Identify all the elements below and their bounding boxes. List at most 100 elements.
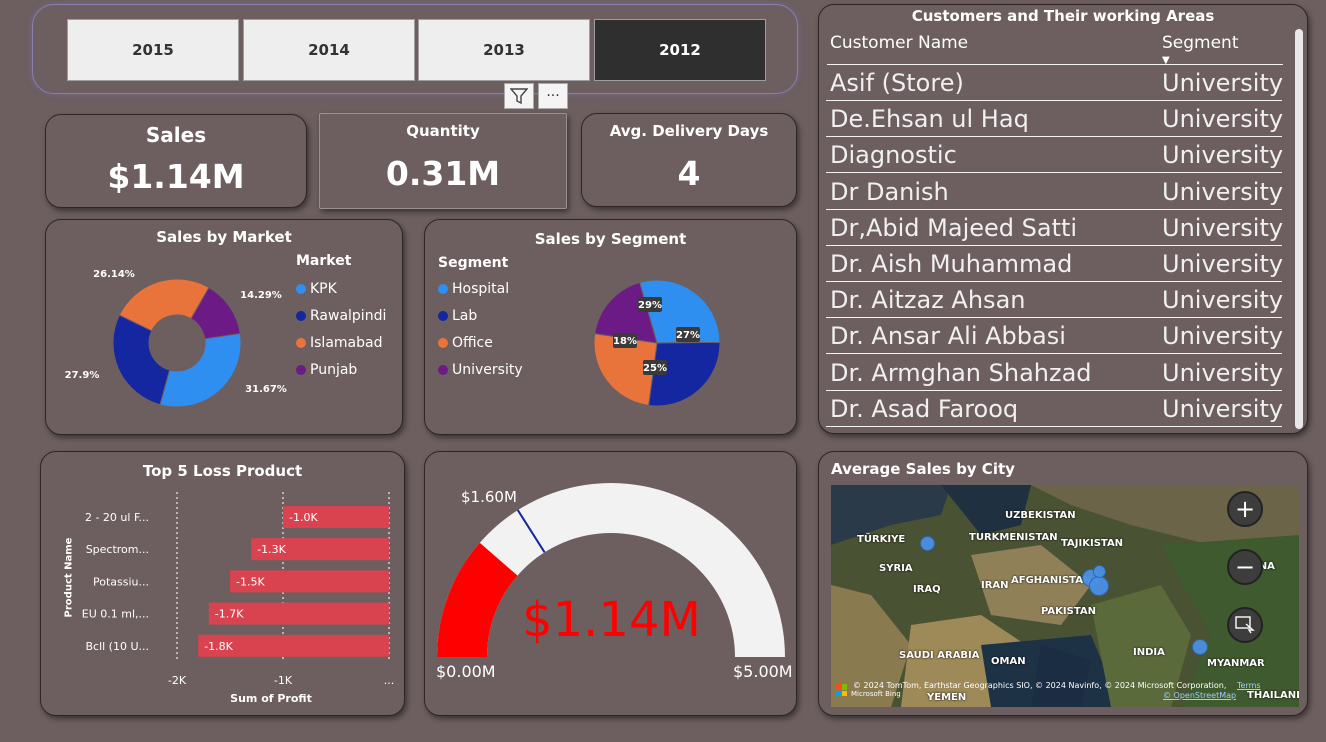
customer-name-cell: Dr. Asad Farooq (830, 394, 1019, 423)
slice-data-label: 14.29% (240, 290, 282, 301)
quantity-kpi-title: Quantity (406, 122, 480, 140)
segment-cell: University (1162, 177, 1284, 206)
legend-item-punjab[interactable]: Punjab (296, 356, 386, 383)
loss-bar-chart: -2K -1K ... -1.0K 2 - 20 ul F... -1.3K Spectro… (82, 492, 395, 687)
quantity-kpi-card: Quantity 0.31M (319, 113, 567, 209)
year-slicer: 2015 2014 2013 2012 (32, 4, 798, 94)
table-row[interactable]: Diagnostic University (826, 137, 1284, 174)
legend-item-kpk[interactable]: KPK (296, 275, 386, 302)
delivery-kpi-card: Avg. Delivery Days 4 (581, 113, 797, 207)
map-country-label: THAILAND (1247, 690, 1299, 701)
customer-name-cell: Dr. Aish Muhammad (830, 250, 1073, 278)
sales-gauge-card: $1.60M $0.00M $5.00M $1.14M (424, 451, 797, 716)
sales-by-market-card: Sales by Market 31.67% 27.9% 26.14% 14.29% … (45, 219, 403, 435)
year-button-2013[interactable]: 2013 (418, 19, 590, 81)
gauge-target-label: $1.60M (461, 488, 517, 506)
city-bubble[interactable] (1192, 639, 1208, 655)
year-button-2015[interactable]: 2015 (67, 19, 239, 81)
table-row[interactable]: Dr,Abid Majeed Satti University (826, 210, 1284, 246)
bar-data-label: -1.5K (236, 575, 265, 588)
y-category-label: EU 0.1 ml,... (82, 608, 149, 621)
map-title: Average Sales by City (831, 460, 1015, 478)
map-canvas[interactable]: UZBEKISTAN TÜRKIYE TURKMENISTAN TAJIKISTAN S… (831, 485, 1299, 707)
slice-data-label: 27% (676, 330, 700, 341)
customer-name-cell: Dr. Ansar Ali Abbasi (830, 322, 1066, 351)
slice-data-label: 26.14% (93, 269, 135, 280)
y-category-label: 2 - 20 ul F... (85, 511, 149, 524)
map-attribution: © 2024 TomTom, Earthstar Geographics SIO… (853, 681, 1227, 690)
select-region-button[interactable] (1227, 607, 1263, 643)
delivery-kpi-value: 4 (677, 154, 701, 193)
delivery-kpi-title: Avg. Delivery Days (609, 122, 769, 140)
map-country-label: UZBEKISTAN (1005, 510, 1076, 521)
gauge-min-label: $0.00M (436, 662, 496, 681)
year-button-2014[interactable]: 2014 (243, 19, 415, 81)
legend-item-lab[interactable]: Lab (438, 302, 523, 329)
table-row[interactable]: Dr. Aish Muhammad University (826, 246, 1284, 282)
y-category-label: Potassiu... (93, 575, 149, 588)
column-header-customer-name[interactable]: Customer Name (830, 33, 968, 53)
x-tick-label: ... (384, 674, 395, 687)
customer-name-cell: Dr,Abid Majeed Satti (830, 213, 1078, 242)
slice-data-label: 25% (643, 363, 667, 374)
legend-item-hospital[interactable]: Hospital (438, 275, 523, 302)
segment-cell: University (1162, 322, 1284, 351)
bar-data-label: -1.8K (204, 640, 233, 653)
loss-x-axis-label: Sum of Profit (230, 692, 312, 705)
map-country-label: TÜRKIYE (857, 534, 906, 545)
map-country-label: IRAQ (913, 584, 941, 595)
market-legend-title: Market (296, 253, 352, 269)
quantity-kpi-value: 0.31M (385, 154, 501, 193)
table-row[interactable]: Dr. Armghan Shahzad University (826, 355, 1283, 391)
table-row[interactable]: Dr. Aitzaz Ahsan University (826, 282, 1284, 319)
table-row[interactable]: Dr. Asad Farooq University (826, 391, 1284, 427)
year-button-2012[interactable]: 2012 (594, 19, 766, 81)
slice-data-label: 29% (638, 300, 662, 311)
openstreetmap-link[interactable]: © OpenStreetMap (1163, 691, 1236, 700)
map-country-label: YEMEN (927, 692, 967, 703)
legend-item-university[interactable]: University (438, 356, 523, 383)
segment-cell: University (1162, 250, 1284, 278)
table-row[interactable]: De.Ehsan ul Haq University (826, 101, 1283, 138)
map-country-label: MYANMAR (1207, 658, 1265, 669)
microsoft-logo (835, 684, 847, 696)
map-country-label: PAKISTAN (1041, 606, 1096, 617)
city-bubble[interactable] (1089, 576, 1109, 596)
customer-name-cell: Diagnostic (830, 141, 957, 170)
x-tick-label: -2K (168, 674, 187, 687)
sales-kpi-title: Sales (145, 123, 207, 147)
segment-cell: University (1162, 286, 1284, 315)
segment-cell: University (1162, 69, 1284, 97)
customer-name-cell: De.Ehsan ul Haq (830, 105, 1029, 134)
y-category-label: Spectrom... (86, 543, 149, 556)
sales-kpi-card: Sales $1.14M (45, 114, 307, 208)
filter-icon[interactable] (504, 83, 534, 109)
legend-item-rawalpindi[interactable]: Rawalpindi (296, 302, 386, 329)
table-row[interactable]: Dr. Ansar Ali Abbasi University (826, 318, 1284, 355)
selection-icon (1235, 616, 1255, 634)
pie-slice[interactable] (112, 314, 171, 406)
table-row[interactable]: Dr Danish University (826, 174, 1284, 210)
city-bubble[interactable] (1093, 565, 1106, 578)
terms-link[interactable]: Terms (1237, 681, 1261, 690)
column-header-segment[interactable]: Segment (1162, 33, 1239, 53)
legend-item-office[interactable]: Office (438, 329, 523, 356)
segment-cell: University (1162, 213, 1284, 242)
customer-name-cell: Dr Danish (830, 177, 949, 206)
map-country-label: INDIA (1133, 647, 1165, 658)
map-country-label: SAUDI ARABIA (899, 650, 980, 661)
bar-data-label: -1.7K (215, 608, 244, 621)
pie-slice[interactable] (159, 332, 242, 408)
more-options-button[interactable]: ··· (538, 83, 568, 109)
table-row[interactable]: Asif (Store) University (826, 65, 1284, 101)
zoom-in-button[interactable]: + (1227, 491, 1263, 527)
zoom-out-button[interactable]: − (1227, 549, 1263, 585)
table-scrollbar[interactable] (1295, 29, 1303, 429)
segment-cell: University (1162, 394, 1284, 423)
segment-cell: University (1162, 141, 1284, 170)
legend-item-islamabad[interactable]: Islamabad (296, 329, 386, 356)
city-bubble[interactable] (920, 536, 935, 551)
map-country-label: TURKMENISTAN (969, 532, 1058, 543)
customer-name-cell: Asif (Store) (830, 69, 964, 97)
slice-data-label: 27.9% (65, 370, 100, 381)
